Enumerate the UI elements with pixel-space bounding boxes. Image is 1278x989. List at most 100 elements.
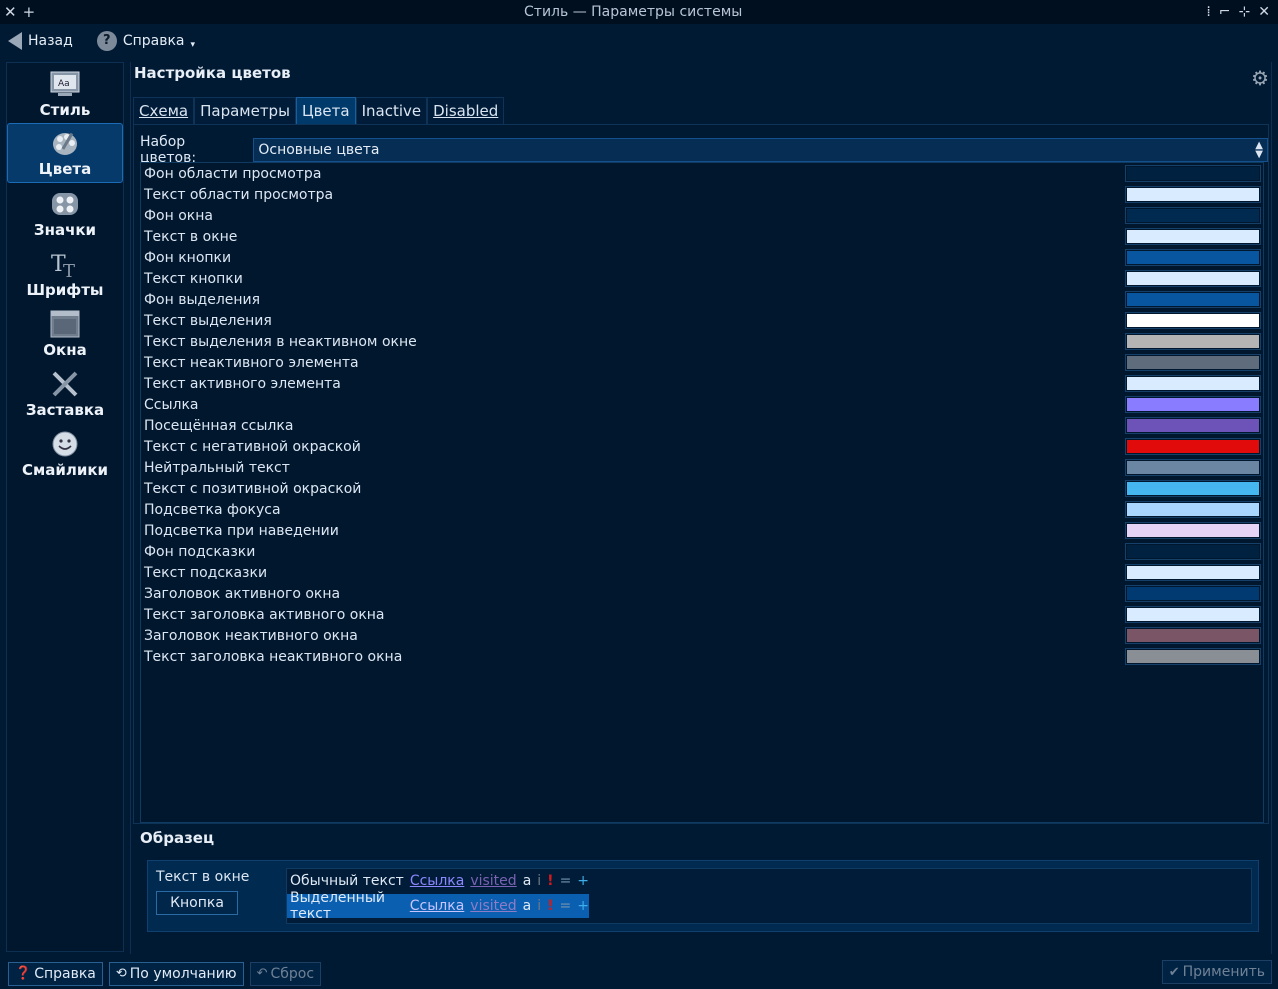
color-swatch-fill [1127,167,1259,180]
tab-label: Inactive [361,102,422,120]
color-set-select[interactable]: Основные цвета ▲ ▼ [253,138,1268,162]
color-swatch-button[interactable] [1125,417,1261,434]
color-row: Текст области просмотра [141,184,1263,205]
color-list: Фон области просмотра Текст области просм… [140,162,1264,823]
sample-window-text: Текст в окне [156,869,250,885]
sample-visited[interactable]: visited [470,873,516,889]
sample-link[interactable]: Ссылка [410,898,465,914]
color-swatch-button[interactable] [1125,375,1261,392]
tab-disabled[interactable]: Disabled [427,97,505,125]
color-row-label: Нейтральный текст [144,459,290,476]
color-swatch-button[interactable] [1125,291,1261,308]
color-swatch-button[interactable] [1125,627,1261,644]
main-content: Настройка цветов ⚙ Схема Параметры Цвета… [130,62,1272,954]
color-swatch-button[interactable] [1125,522,1261,539]
sidebar-item-icons[interactable]: Значки [7,183,123,243]
defaults-label: По умолчанию [129,965,237,982]
sample-link[interactable]: Ссылка [410,873,465,889]
splash-icon [49,369,81,399]
color-row-label: Подсветка при наведении [144,522,339,539]
sidebar-item-fonts[interactable]: TT Шрифты [7,243,123,303]
color-swatch-button[interactable] [1125,186,1261,203]
color-row-label: Текст неактивного элемента [144,354,359,371]
help-label: Справка [122,33,185,49]
color-swatch-button[interactable] [1125,165,1261,182]
style-icon: Aa [49,69,81,99]
tab-scheme[interactable]: Схема [133,97,195,125]
color-swatch-button[interactable] [1125,333,1261,350]
color-swatch-fill [1127,314,1259,327]
sample-button[interactable]: Кнопка [156,891,238,915]
sample-inactive: i [537,873,542,889]
color-swatch-button[interactable] [1125,354,1261,371]
color-swatch-button[interactable] [1125,459,1261,476]
tab-options[interactable]: Параметры [194,97,296,125]
sidebar-label: Окна [43,341,87,359]
color-row: Нейтральный текст [141,457,1263,478]
color-swatch-button[interactable] [1125,249,1261,266]
color-row-label: Фон кнопки [144,249,232,266]
sidebar-item-colors[interactable]: Цвета [7,123,123,183]
color-swatch-fill [1127,482,1259,495]
color-swatch-button[interactable] [1125,228,1261,245]
footer-bar: ❓ Справка ⟲ По умолчанию ↶ Сброс ✔ Приме… [0,958,1278,989]
help-menu-button[interactable]: ? Справка ▾ [96,31,195,51]
spin-arrows-icon: ▲ ▼ [1255,140,1263,160]
color-row-label: Посещённая ссылка [144,417,294,434]
window-menu-icon[interactable]: ✕ [4,3,17,21]
sidebar-label: Цвета [38,160,92,178]
color-swatch-button[interactable] [1125,270,1261,287]
sidebar: Aa Стиль Цвета Значки TT Шрифты Окна Зас… [6,62,124,952]
sample-selected-row: Выделенный текст Ссылка visited a i ! = … [287,890,589,922]
sidebar-item-emoticons[interactable]: Смайлики [7,423,123,483]
color-swatch-button[interactable] [1125,438,1261,455]
color-row-label: Текст активного элемента [144,375,341,392]
maximize-icon[interactable]: ⊹ [1239,4,1251,20]
color-swatch-button[interactable] [1125,564,1261,581]
titlebar-left-icons: ✕ + [0,3,60,21]
color-swatch-button[interactable] [1125,543,1261,560]
color-swatch-button[interactable] [1125,480,1261,497]
sidebar-item-splash[interactable]: Заставка [7,363,123,423]
color-swatch-fill [1127,461,1259,474]
color-swatch-button[interactable] [1125,648,1261,665]
color-row: Текст активного элемента [141,373,1263,394]
sample-visited[interactable]: visited [470,898,516,914]
tab-inactive[interactable]: Inactive [355,97,428,125]
apply-button[interactable]: ✔ Применить [1161,960,1272,984]
color-row-label: Текст с негативной окраской [144,438,361,455]
sidebar-item-style[interactable]: Aa Стиль [7,63,123,123]
sample-positive: + [577,898,589,914]
back-arrow-icon [8,32,22,50]
minimize-icon[interactable]: ⌐ [1219,4,1231,20]
color-row: Текст с позитивной окраской [141,478,1263,499]
color-swatch-button[interactable] [1125,501,1261,518]
sidebar-item-windows[interactable]: Окна [7,303,123,363]
color-row-label: Ссылка [144,396,199,413]
color-row: Заголовок неактивного окна [141,625,1263,646]
color-row: Подсветка при наведении [141,520,1263,541]
back-button[interactable]: Назад [8,32,73,50]
color-row: Ссылка [141,394,1263,415]
sidebar-label: Стиль [39,101,91,119]
close-icon[interactable]: ✕ [1258,4,1270,20]
pin-icon[interactable]: + [23,3,36,21]
color-swatch-fill [1127,608,1259,621]
defaults-button[interactable]: ⟲ По умолчанию [108,961,244,986]
color-swatch-button[interactable] [1125,312,1261,329]
color-swatch-button[interactable] [1125,606,1261,623]
color-swatch-button[interactable] [1125,396,1261,413]
sidebar-label: Смайлики [21,461,109,479]
tab-colors[interactable]: Цвета [295,97,356,125]
shade-icon[interactable]: ⁞ [1206,4,1210,20]
color-swatch-button[interactable] [1125,585,1261,602]
color-swatch-button[interactable] [1125,207,1261,224]
reset-button[interactable]: ↶ Сброс [249,961,322,986]
sample-neutral: = [559,898,572,914]
color-row-label: Текст области просмотра [144,186,334,203]
color-row-label: Текст выделения [144,312,272,329]
color-row: Текст заголовка активного окна [141,604,1263,625]
color-row-label: Заголовок неактивного окна [144,627,358,644]
colors-icon [49,128,81,158]
footer-help-button[interactable]: ❓ Справка [8,961,103,986]
